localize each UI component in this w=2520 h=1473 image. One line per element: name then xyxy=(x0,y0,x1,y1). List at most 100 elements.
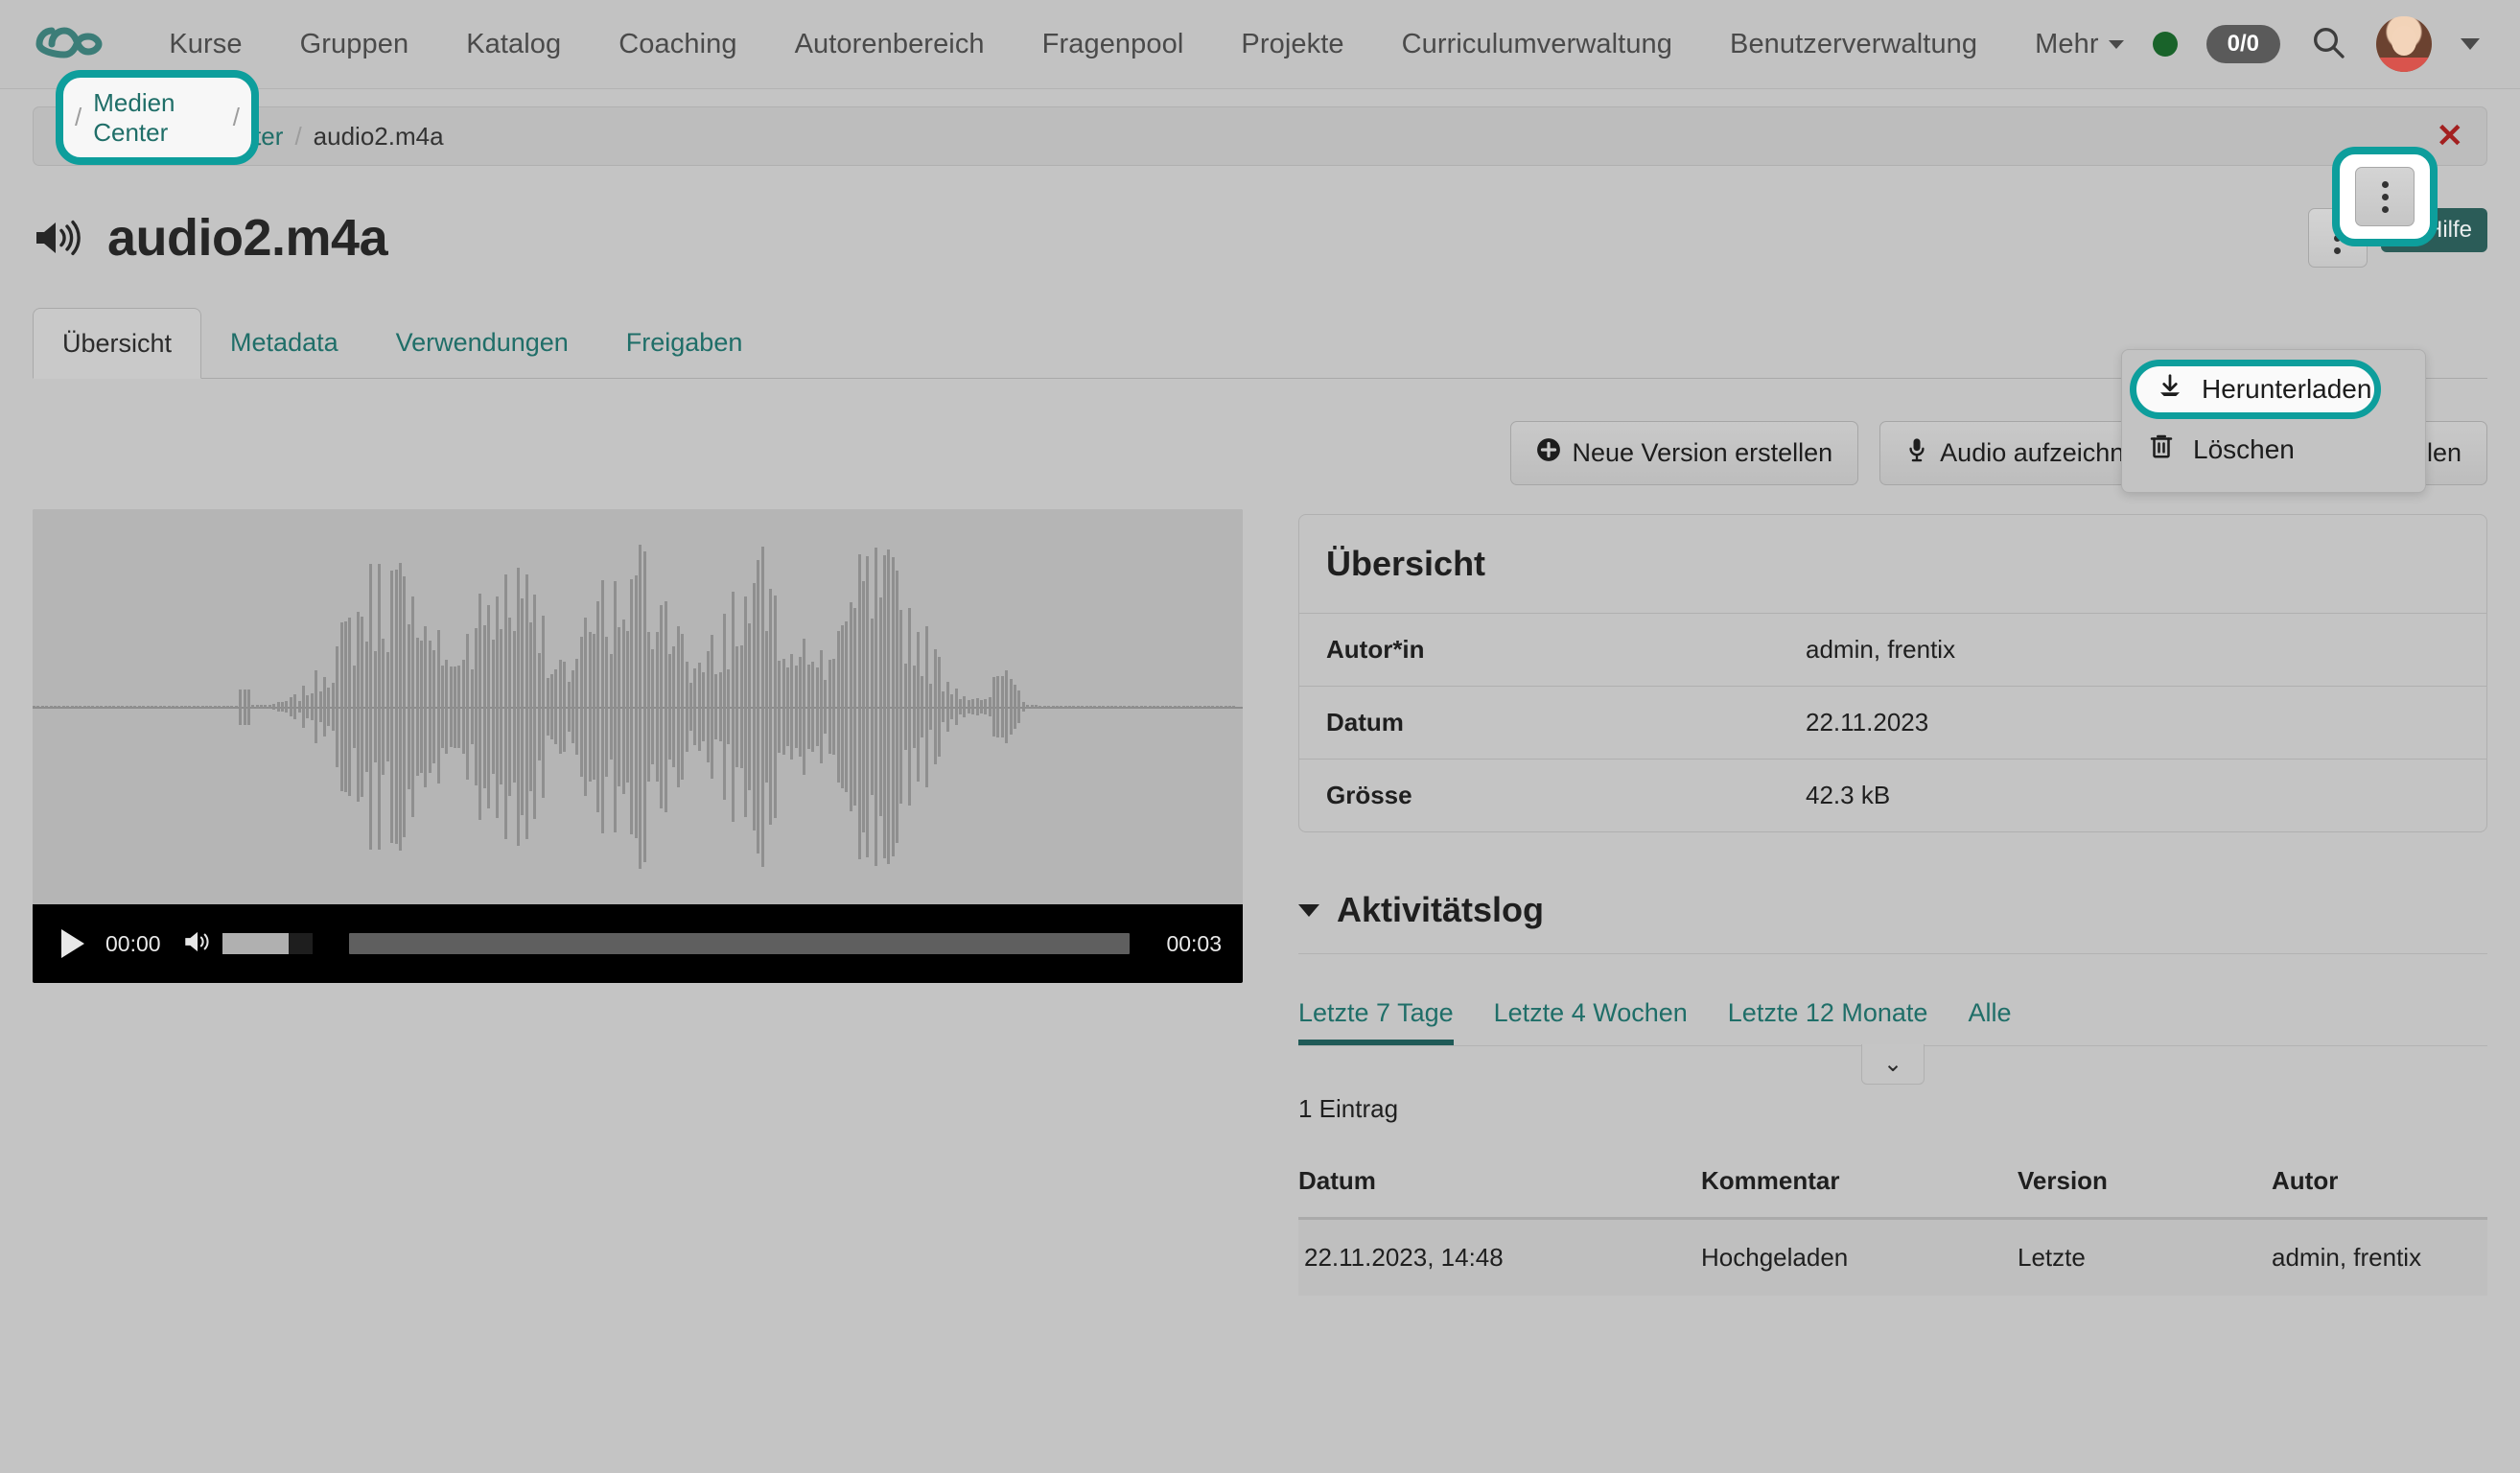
breadcrumb-item-medien-center-highlighted[interactable]: Medien Center xyxy=(93,88,222,148)
nav-item-coaching[interactable]: Coaching xyxy=(590,29,765,60)
table-header-row: Datum Kommentar Version Autor xyxy=(1298,1166,2487,1220)
tab-verwendungen[interactable]: Verwendungen xyxy=(367,307,597,378)
breadcrumb: ‹ / Medien Center / audio2.m4a ✕ xyxy=(33,106,2487,166)
chevron-down-icon xyxy=(2108,40,2124,50)
dropdown-label: Löschen xyxy=(2193,433,2295,464)
nav-item-projekte[interactable]: Projekte xyxy=(1212,29,1372,60)
search-icon[interactable] xyxy=(2309,23,2347,66)
infinity-logo[interactable] xyxy=(33,23,119,65)
trash-icon xyxy=(2147,432,2176,467)
dropdown-item-loeschen[interactable]: Löschen xyxy=(2122,420,2425,479)
breadcrumb-current: audio2.m4a xyxy=(313,121,444,151)
nav-item-gruppen[interactable]: Gruppen xyxy=(271,29,438,60)
close-icon[interactable]: ✕ xyxy=(2437,120,2464,152)
column-header-version[interactable]: Version xyxy=(2018,1166,2272,1220)
nav-item-benutzerverwaltung[interactable]: Benutzerverwaltung xyxy=(1701,29,2006,60)
tab-label: Verwendungen xyxy=(395,327,569,357)
tab-freigaben[interactable]: Freigaben xyxy=(597,307,772,378)
breadcrumb-separator: / xyxy=(232,103,240,131)
chevron-down-icon[interactable]: ⌄ xyxy=(1861,1044,1925,1085)
overview-table: Autor*in admin, frentix Datum 22.11.2023… xyxy=(1299,613,2486,831)
progress-bar[interactable] xyxy=(348,933,1131,954)
table-body: 22.11.2023, 14:48 Hochgeladen Letzte adm… xyxy=(1298,1218,2487,1296)
user-menu-chevron-down-icon[interactable] xyxy=(2461,38,2480,50)
download-icon-highlighted xyxy=(2156,372,2184,408)
overview-value: 42.3 kB xyxy=(1779,759,2486,831)
volume-slider[interactable] xyxy=(222,933,313,954)
neue-version-erstellen-button[interactable]: Neue Version erstellen xyxy=(1509,421,1859,485)
nav-label: Benutzerverwaltung xyxy=(1730,28,1978,59)
activity-log-title: Aktivitätslog xyxy=(1337,890,1545,929)
content-tabs: Übersicht Metadata Verwendungen Freigabe… xyxy=(33,308,2487,379)
overview-value: 22.11.2023 xyxy=(1779,686,2486,760)
table-row[interactable]: 22.11.2023, 14:48 Hochgeladen Letzte adm… xyxy=(1298,1218,2487,1296)
activity-filter-tabs: Letzte 7 Tage Letzte 4 Wochen Letzte 12 … xyxy=(1298,954,2487,1045)
table-header: Datum Kommentar Version Autor xyxy=(1298,1166,2487,1220)
overview-panel: Übersicht Autor*in admin, frentix Datum … xyxy=(1298,514,2487,832)
play-icon[interactable] xyxy=(61,929,84,958)
cell-kommentar: Hochgeladen xyxy=(1701,1218,2018,1296)
nav-label: Kurse xyxy=(169,28,243,59)
overview-key: Datum xyxy=(1299,686,1779,760)
column-header-datum[interactable]: Datum xyxy=(1298,1166,1701,1220)
highlight-breadcrumb-medien-center[interactable]: / Medien Center / xyxy=(56,70,259,165)
nav-item-curriculumverwaltung[interactable]: Curriculumverwaltung xyxy=(1373,29,1701,60)
filter-label: Letzte 7 Tage xyxy=(1298,998,1454,1027)
tab-uebersicht[interactable]: Übersicht xyxy=(33,308,202,379)
volume-slider-fill xyxy=(222,933,290,954)
filter-underline: ⌄ xyxy=(1298,1044,2487,1085)
filter-letzte-4-wochen[interactable]: Letzte 4 Wochen xyxy=(1494,998,1709,1045)
table-row: Autor*in admin, frentix xyxy=(1299,613,2486,687)
activity-log-header[interactable]: Aktivitätslog xyxy=(1298,890,2487,953)
highlight-dropdown-herunterladen[interactable]: Herunterladen xyxy=(2130,360,2381,419)
tab-label: Übersicht xyxy=(62,328,173,358)
column-header-autor[interactable]: Autor xyxy=(2272,1166,2487,1220)
notification-counter-badge[interactable]: 0/0 xyxy=(2205,25,2280,63)
tab-metadata[interactable]: Metadata xyxy=(201,307,367,378)
filter-letzte-7-tage[interactable]: Letzte 7 Tage xyxy=(1298,998,1475,1045)
cell-version: Letzte xyxy=(2018,1218,2272,1296)
nav-item-fragenpool[interactable]: Fragenpool xyxy=(1014,29,1213,60)
right-column: Neue Version erstellen Audio aufzeichnen xyxy=(1298,379,2487,1296)
nav-label: Mehr xyxy=(2035,28,2099,59)
volume-icon[interactable] xyxy=(182,928,213,960)
page-title: audio2.m4a xyxy=(107,209,388,267)
user-avatar[interactable] xyxy=(2376,16,2432,72)
overview-heading: Übersicht xyxy=(1326,544,1486,583)
volume-control xyxy=(182,928,313,960)
nav-item-autorenbereich[interactable]: Autorenbereich xyxy=(766,29,1014,60)
tab-label: Metadata xyxy=(230,327,338,357)
button-label: Neue Version erstellen xyxy=(1572,438,1833,467)
current-time: 00:00 xyxy=(105,930,161,956)
audio-waveform[interactable] xyxy=(33,509,1243,904)
cell-datum: 22.11.2023, 14:48 xyxy=(1298,1218,1701,1296)
plus-circle-icon xyxy=(1536,437,1561,469)
overview-value: admin, frentix xyxy=(1779,613,2486,687)
speaker-volume-icon xyxy=(33,215,86,261)
top-navigation-bar: Kurse Gruppen Katalog Coaching Autorenbe… xyxy=(0,0,2520,89)
microphone-icon xyxy=(1905,436,1928,470)
waveform-bars xyxy=(33,509,1243,904)
filter-label: Letzte 4 Wochen xyxy=(1493,998,1688,1027)
main-content: 00:00 00:03 Neue Version erstellen Audio… xyxy=(0,379,2520,1296)
nav-item-kurse[interactable]: Kurse xyxy=(140,29,270,60)
filter-label: Letzte 12 Monate xyxy=(1727,998,1928,1027)
filter-alle[interactable]: Alle xyxy=(1968,998,2032,1045)
nav-label: Katalog xyxy=(466,28,562,59)
nav-item-katalog[interactable]: Katalog xyxy=(437,29,590,60)
nav-item-mehr[interactable]: Mehr xyxy=(2006,29,2152,60)
highlight-kebab-menu[interactable] xyxy=(2332,147,2438,246)
kebab-menu-icon-highlighted[interactable] xyxy=(2355,167,2415,226)
table-row: Grösse 42.3 kB xyxy=(1299,759,2486,831)
nav-label: Gruppen xyxy=(299,28,409,59)
filter-letzte-12-monate[interactable]: Letzte 12 Monate xyxy=(1728,998,1949,1045)
column-header-kommentar[interactable]: Kommentar xyxy=(1701,1166,2018,1220)
audio-player: 00:00 00:03 xyxy=(33,509,1243,983)
breadcrumb-area: ‹ / Medien Center / audio2.m4a ✕ / Medie… xyxy=(0,70,2520,166)
nav-right-cluster: 0/0 xyxy=(2152,16,2487,72)
breadcrumb-separator: / xyxy=(294,121,302,151)
cell-autor: admin, frentix xyxy=(2272,1218,2487,1296)
main-nav-items: Kurse Gruppen Katalog Coaching Autorenbe… xyxy=(140,29,2152,60)
triangle-down-icon[interactable] xyxy=(1298,903,1319,917)
table-row: Datum 22.11.2023 xyxy=(1299,686,2486,760)
